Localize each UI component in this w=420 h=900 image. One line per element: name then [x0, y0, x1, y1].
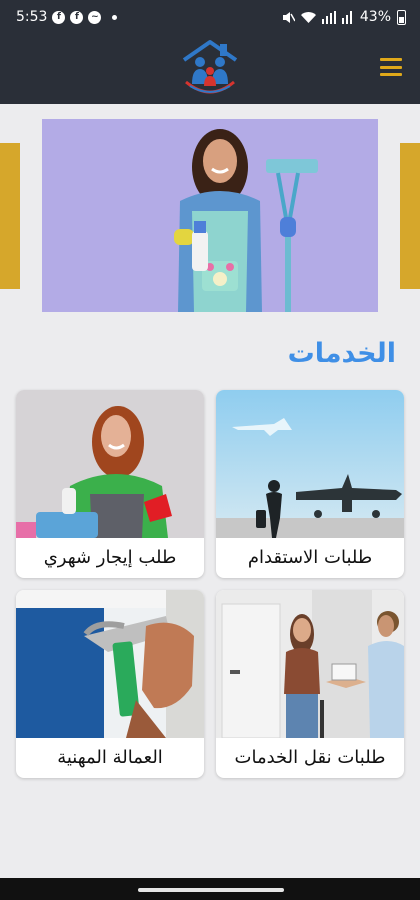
mute-icon: [282, 11, 295, 23]
service-card-professional-labor[interactable]: العمالة المهنية: [16, 590, 204, 778]
service-label: طلبات نقل الخدمات: [234, 747, 386, 768]
service-card-monthly-rent[interactable]: طلب إيجار شهري: [16, 390, 204, 578]
home-gesture-handle[interactable]: [138, 888, 284, 892]
cleaning-supplies-woman-image: [16, 390, 204, 538]
signal-icon: [341, 10, 352, 24]
cleaning-woman-illustration: [42, 119, 378, 312]
hamburger-menu-icon[interactable]: [380, 58, 402, 76]
facebook-icon: f: [52, 10, 66, 24]
service-card-service-transfer[interactable]: طلبات نقل الخدمات: [216, 590, 404, 778]
airplane-traveler-image: [216, 390, 404, 538]
app-header: 5:53 f f ~ 43%: [0, 0, 420, 104]
facebook-icon: f: [70, 10, 84, 24]
promo-banner-image[interactable]: [42, 119, 378, 312]
hammer-worker-image: [16, 590, 204, 738]
battery-icon: [397, 9, 406, 25]
status-bar: 5:53 f f ~ 43%: [0, 0, 420, 34]
carousel-next-slide[interactable]: [400, 143, 420, 289]
battery-percent: 43%: [359, 9, 391, 25]
more-notifications-dot: [112, 14, 118, 20]
service-card-recruitment[interactable]: طلبات الاستقدام: [216, 390, 404, 578]
system-navigation-bar: [0, 878, 420, 900]
status-time: 5:53: [16, 9, 48, 25]
service-label: طلب إيجار شهري: [43, 547, 177, 568]
signal-icon: [321, 10, 336, 24]
carousel-prev-slide[interactable]: [0, 143, 20, 289]
handshake-transfer-image: [216, 590, 404, 738]
service-label: العمالة المهنية: [57, 747, 163, 768]
messenger-icon: ~: [88, 10, 102, 24]
home-family-logo: [182, 40, 238, 94]
services-section-title: الخدمات: [287, 338, 396, 369]
service-label: طلبات الاستقدام: [247, 547, 373, 568]
wifi-icon: [300, 11, 316, 23]
